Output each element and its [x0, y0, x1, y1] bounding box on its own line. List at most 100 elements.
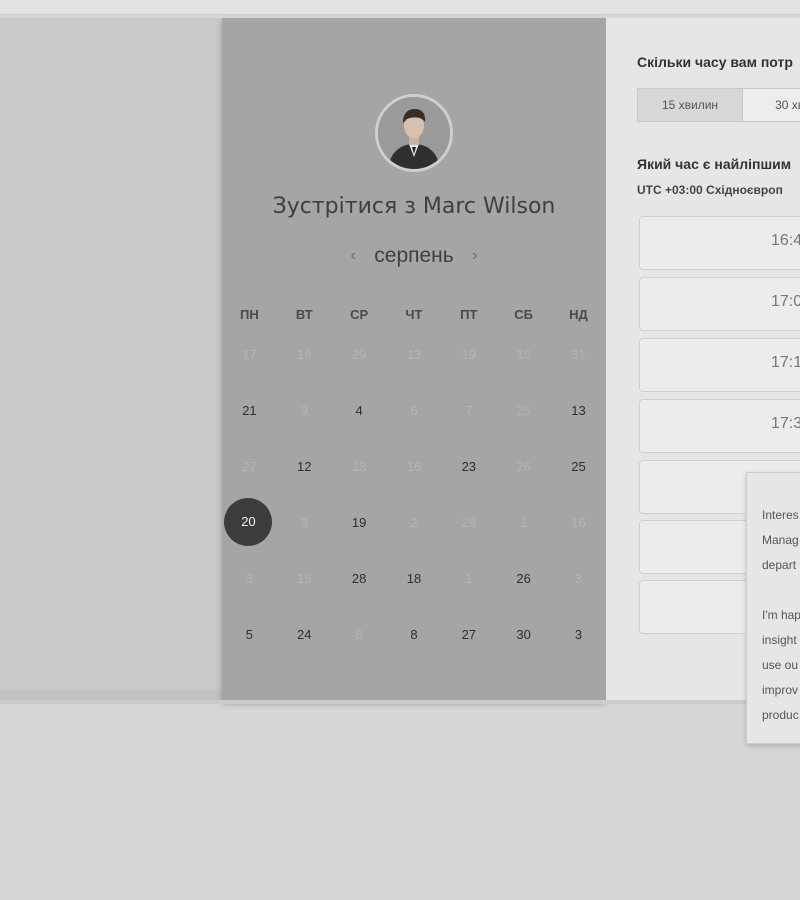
calendar-day-cell[interactable]: 20	[222, 498, 277, 546]
calendar-day[interactable]: 3	[575, 627, 582, 642]
duration-selector: 15 хвилин 30 хви	[637, 88, 800, 122]
calendar-day-cell: 1	[496, 515, 551, 530]
calendar-day-cell[interactable]: 18	[387, 571, 442, 586]
calendar-day[interactable]: 5	[246, 627, 253, 642]
duration-30-button[interactable]: 30 хви	[742, 88, 800, 122]
calendar-day: 1	[520, 514, 528, 530]
duration-question: Скільки часу вам потр	[637, 54, 793, 70]
popover-text-line: improv	[762, 683, 799, 697]
calendar-day[interactable]: 21	[242, 403, 256, 418]
calendar-day: 26	[516, 458, 531, 474]
calendar-day-cell[interactable]: 19	[332, 515, 387, 530]
popover-text-line: Interes	[762, 508, 799, 522]
calendar-day[interactable]: 4	[355, 403, 362, 418]
calendar-day-cell[interactable]: 21	[222, 403, 277, 418]
calendar-day-cell: 1	[441, 571, 496, 586]
calendar-day-cell[interactable]: 30	[496, 627, 551, 642]
duration-15-button[interactable]: 15 хвилин	[637, 88, 743, 122]
calendar-week-row: 21 9 4 6 7 25 13	[222, 382, 606, 438]
calendar-day: 19	[297, 346, 312, 362]
calendar-day[interactable]: 18	[407, 571, 421, 586]
calendar-day-cell[interactable]: 28	[332, 571, 387, 586]
calendar-day-cell: 7	[441, 403, 496, 418]
weekday-sun: НД	[569, 306, 588, 322]
popover-text-line: insight	[762, 633, 797, 647]
profile-description-popover: Interes Manag depart I'm hap insight use…	[746, 472, 800, 744]
calendar-week-row: 20 3 19 2 28 1 16	[222, 494, 606, 550]
person-photo-icon	[378, 97, 450, 169]
calendar-day-cell: 16	[551, 515, 606, 530]
page-divider	[0, 700, 800, 704]
calendar-day-cell[interactable]: 8	[387, 627, 442, 642]
time-slot-button[interactable]: 17:0	[639, 277, 800, 331]
left-backdrop	[0, 18, 222, 701]
calendar-day-cell: 6	[387, 403, 442, 418]
time-slot-label: 17:1	[771, 354, 800, 371]
calendar-day: 15	[297, 570, 312, 586]
calendar-day[interactable]: 27	[462, 627, 476, 642]
time-slot-label: 17:0	[771, 293, 800, 310]
calendar-day[interactable]: 26	[516, 571, 530, 586]
chevron-left-icon[interactable]: ‹	[336, 247, 369, 265]
calendar-day-cell[interactable]: 26	[496, 571, 551, 586]
calendar-day: 16	[571, 514, 586, 530]
calendar-day[interactable]: 23	[462, 459, 476, 474]
calendar-day[interactable]: 28	[352, 571, 366, 586]
calendar-day: 8	[355, 626, 363, 642]
timezone-label: UTC +03:00 Східноєвроп	[637, 183, 783, 197]
calendar-day-cell[interactable]: 23	[441, 459, 496, 474]
calendar-day: 3	[245, 570, 254, 586]
calendar-day-cell: 3	[222, 571, 277, 586]
calendar-week-row: 27 12 13 16 23 26 25	[222, 438, 606, 494]
calendar-week-row: 17 19 29 13 19 10 31	[222, 326, 606, 382]
calendar-day[interactable]: 30	[516, 627, 530, 642]
calendar-day-cell[interactable]: 4	[332, 403, 387, 418]
calendar-day[interactable]: 12	[297, 459, 311, 474]
time-question: Який час є найліпшим	[637, 156, 792, 172]
weekday-thu: ЧТ	[405, 306, 423, 322]
calendar-day: 10	[516, 346, 531, 362]
calendar-day: 9	[300, 402, 308, 418]
time-slot-button[interactable]: 16:4	[639, 216, 800, 270]
month-label: серпень	[374, 244, 454, 267]
calendar-day-cell: 25	[496, 403, 551, 418]
calendar-day-cell[interactable]: 13	[551, 403, 606, 418]
time-slot-button[interactable]: 17:1	[639, 338, 800, 392]
calendar-day-cell: 13	[387, 347, 442, 362]
popover-text-line: use ou	[762, 658, 799, 672]
calendar-day-cell[interactable]: 12	[277, 459, 332, 474]
calendar-day: 6	[410, 402, 418, 418]
popover-text-line: produc	[762, 708, 799, 722]
calendar-day: 3	[300, 514, 308, 530]
calendar-day: 3	[574, 570, 583, 586]
calendar-day: 19	[461, 346, 477, 362]
calendar-day[interactable]: 8	[410, 627, 417, 642]
weekday-wed: СР	[350, 306, 369, 322]
meeting-title: Зустрітися з Marc Wilson	[272, 194, 556, 219]
calendar-day[interactable]: 25	[571, 459, 585, 474]
calendar-day-cell: 10	[496, 347, 551, 362]
time-slot-button[interactable]: 17:3	[639, 399, 800, 453]
calendar-day-cell[interactable]: 24	[277, 627, 332, 642]
calendar-day-cell: 3	[551, 571, 606, 586]
calendar-day-cell: 31	[551, 347, 606, 362]
calendar-day: 1	[465, 570, 473, 586]
weekday-header-row: ПН ВТ СР ЧТ ПТ СБ НД	[222, 302, 606, 326]
calendar-day-cell: 15	[277, 571, 332, 586]
calendar-day[interactable]: 19	[352, 515, 366, 530]
calendar-day-cell: 27	[222, 459, 277, 474]
calendar-day-cell[interactable]: 25	[551, 459, 606, 474]
calendar-day[interactable]: 24	[297, 627, 311, 642]
calendar-day-cell[interactable]: 5	[222, 627, 277, 642]
time-slot-label: 16:4	[771, 232, 800, 249]
calendar-day-cell[interactable]: 27	[441, 627, 496, 642]
calendar-day: 25	[516, 402, 531, 418]
chevron-right-icon[interactable]: ›	[458, 247, 491, 265]
popover-text-line: I'm hap	[762, 608, 800, 622]
left-backdrop-edge	[0, 690, 222, 700]
popover-text-line: depart	[762, 558, 797, 572]
calendar-day-cell: 13	[332, 459, 387, 474]
calendar-day-cell[interactable]: 3	[551, 627, 606, 642]
calendar-day[interactable]: 13	[571, 403, 585, 418]
selected-day[interactable]: 20	[224, 498, 273, 546]
